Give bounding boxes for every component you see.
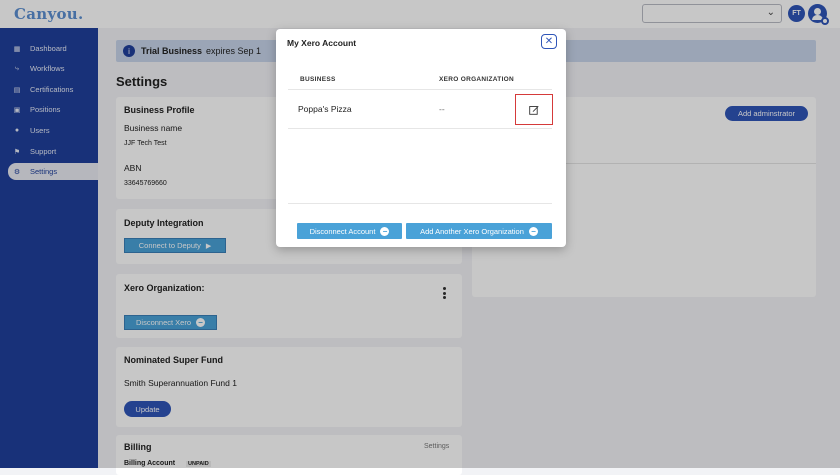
xero-account-modal: My Xero Account ✕ BUSINESS XERO ORGANIZA…	[276, 29, 566, 247]
header-divider	[288, 89, 552, 90]
modal-title: My Xero Account	[287, 38, 357, 48]
column-header-xero-organization: XERO ORGANIZATION	[439, 76, 515, 83]
business-cell: Poppa's Pizza	[298, 104, 352, 114]
add-another-xero-label: Add Another Xero Organization	[420, 226, 524, 236]
row-divider	[288, 128, 552, 129]
edit-icon	[529, 105, 539, 115]
xero-organization-cell: --	[439, 104, 445, 114]
minus-circle-icon: −	[528, 226, 538, 236]
close-icon[interactable]: ✕	[541, 34, 557, 49]
add-another-xero-organization-button[interactable]: Add Another Xero Organization −	[406, 223, 552, 239]
column-header-business: BUSINESS	[300, 76, 336, 83]
disconnect-account-label: Disconnect Account	[309, 226, 376, 236]
minus-circle-icon: −	[380, 226, 390, 236]
disconnect-account-button[interactable]: Disconnect Account −	[297, 223, 402, 239]
edit-button[interactable]	[515, 94, 553, 125]
footer-divider	[288, 203, 552, 204]
